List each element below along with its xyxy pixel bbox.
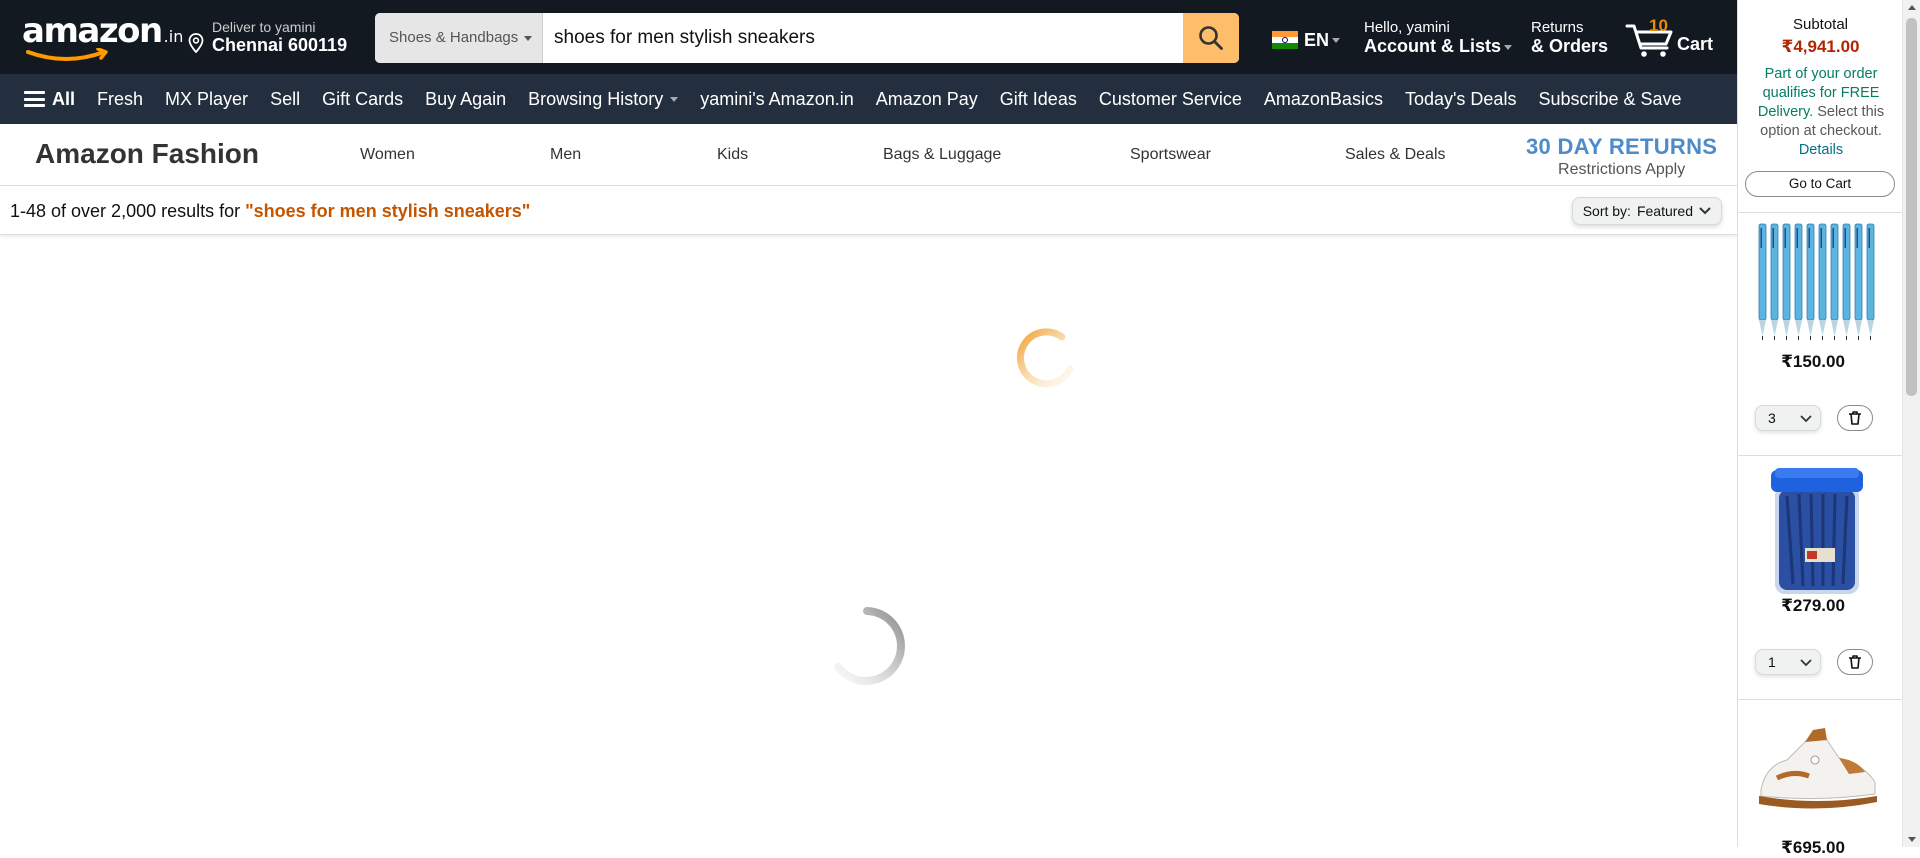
nav-item-mx-player[interactable]: MX Player: [165, 89, 248, 110]
amazon-logo[interactable]: amazon .in: [22, 11, 183, 64]
location-pin-icon: [188, 33, 204, 53]
nav-item-customer-service[interactable]: Customer Service: [1099, 89, 1242, 110]
deliver-city: Chennai 600119: [212, 35, 348, 55]
sort-label: Sort by:: [1582, 203, 1631, 219]
logo-text: amazon: [22, 11, 163, 51]
search-icon: [1199, 26, 1223, 50]
cart-count-badge: 10: [1649, 16, 1668, 35]
deliver-label: Deliver to yamini: [212, 19, 316, 35]
search-button[interactable]: [1183, 13, 1239, 63]
free-delivery-note: Part of your order qualifies for FREE De…: [1746, 65, 1896, 160]
nav-item-my-amazon[interactable]: yamini's Amazon.in: [700, 89, 854, 110]
page-scrollbar[interactable]: [1902, 0, 1920, 847]
account-lists-label: Account & Lists: [1364, 36, 1502, 56]
results-count-text: 1-48 of over 2,000 results for: [10, 201, 246, 221]
search-category-dropdown[interactable]: Shoes & Handbags: [375, 13, 543, 63]
nav-item-amazon-pay[interactable]: Amazon Pay: [876, 89, 978, 110]
cart-item-price: ₹279.00: [1781, 596, 1845, 615]
nav-item-fresh[interactable]: Fresh: [97, 89, 143, 110]
delete-item-button[interactable]: [1837, 649, 1873, 675]
language-code: EN: [1304, 29, 1330, 50]
details-link[interactable]: Details: [1799, 142, 1843, 158]
delete-item-button[interactable]: [1837, 405, 1873, 431]
returns-label: Returns: [1531, 19, 1584, 36]
trash-icon: [1849, 655, 1861, 669]
quantity-dropdown[interactable]: 1: [1755, 649, 1821, 675]
logo-tld: .in: [163, 27, 184, 46]
cart-label: Cart: [1677, 34, 1714, 54]
search-input[interactable]: [543, 13, 1158, 63]
chevron-down-icon: [524, 35, 533, 41]
quantity-dropdown[interactable]: 3: [1755, 405, 1821, 431]
account-greeting: Hello, yamini: [1364, 19, 1450, 36]
quantity-value: 3: [1768, 410, 1776, 426]
hamburger-icon: [24, 91, 45, 107]
nav-item-sell[interactable]: Sell: [270, 89, 300, 110]
chevron-down-icon: [1800, 415, 1812, 423]
scroll-down-arrow-icon[interactable]: [1908, 837, 1916, 842]
subtotal-value: ₹4,941.00: [1781, 37, 1860, 56]
language-selector[interactable]: EN: [1272, 28, 1341, 52]
nav-item-todays-deals[interactable]: Today's Deals: [1405, 89, 1517, 110]
returns-orders-link[interactable]: Returns & Orders: [1531, 19, 1608, 57]
returns-banner-title: 30 DAY RETURNS: [1526, 134, 1718, 159]
fashion-subnav: Amazon Fashion Women Men Kids Bags & Lug…: [0, 124, 1737, 186]
chevron-down-icon: [1504, 44, 1513, 50]
main-page: amazon .in Deliver to yamini Chennai 6001…: [0, 0, 1737, 847]
results-info-bar: 1-48 of over 2,000 results for "shoes fo…: [0, 187, 1737, 235]
secondary-navbar: All Fresh MX Player Sell Gift Cards Buy …: [0, 74, 1737, 124]
chevron-down-icon: [1332, 37, 1341, 43]
orders-label: & Orders: [1531, 36, 1609, 56]
sort-dropdown[interactable]: Sort by: Featured: [1571, 197, 1722, 225]
subtotal-label: Subtotal: [1792, 16, 1849, 33]
30-day-returns-banner[interactable]: 30 DAY RETURNS Restrictions Apply: [1526, 134, 1717, 179]
panel-divider: [1738, 699, 1903, 700]
chevron-down-icon: [670, 96, 679, 102]
india-flag-icon: [1272, 31, 1298, 49]
nav-item-gift-cards[interactable]: Gift Cards: [322, 89, 403, 110]
nav-item-amazonbasics[interactable]: AmazonBasics: [1264, 89, 1383, 110]
results-count: 1-48 of over 2,000 results for "shoes fo…: [10, 201, 530, 222]
go-to-cart-button[interactable]: Go to Cart: [1745, 171, 1895, 197]
all-menu-button[interactable]: All: [24, 89, 75, 110]
cart-side-panel: Subtotal ₹4,941.00 Part of your order qu…: [1737, 0, 1903, 857]
results-query: "shoes for men stylish sneakers": [245, 201, 531, 221]
search-category-label: Shoes & Handbags: [389, 29, 519, 46]
amazon-fashion-title[interactable]: Amazon Fashion: [35, 138, 259, 170]
pens-pack-image[interactable]: [1753, 222, 1881, 352]
logo-smile-icon: [26, 48, 108, 61]
loading-spinner-icon: [1017, 328, 1074, 388]
nav-item-browsing-history[interactable]: Browsing History: [528, 88, 679, 110]
sort-value: Featured: [1636, 203, 1693, 219]
returns-banner-note: Restrictions Apply: [1558, 161, 1686, 178]
quantity-value: 1: [1768, 654, 1776, 670]
all-menu-label: All: [52, 88, 76, 109]
sneaker-shoe-image[interactable]: [1753, 720, 1881, 820]
trash-icon: [1849, 411, 1861, 425]
scroll-up-arrow-icon[interactable]: [1908, 5, 1916, 10]
loading-spinner-icon: [834, 607, 905, 685]
fashion-cat-men[interactable]: Men: [550, 146, 581, 164]
cart-item-price: ₹150.00: [1781, 352, 1845, 371]
cart-item-price: ₹695.00: [1781, 838, 1845, 857]
fashion-cat-bags-luggage[interactable]: Bags & Luggage: [883, 146, 1001, 164]
fashion-cat-women[interactable]: Women: [360, 146, 415, 164]
nav-item-gift-ideas[interactable]: Gift Ideas: [1000, 89, 1077, 110]
nav-item-buy-again[interactable]: Buy Again: [425, 89, 506, 110]
cart-button[interactable]: 10 Cart: [1625, 14, 1725, 60]
fashion-cat-kids[interactable]: Kids: [717, 146, 748, 164]
fashion-cat-sportswear[interactable]: Sportswear: [1130, 146, 1211, 164]
nav-item-subscribe-save[interactable]: Subscribe & Save: [1538, 89, 1681, 110]
fashion-cat-sales-deals[interactable]: Sales & Deals: [1345, 146, 1446, 164]
top-navbar: amazon .in Deliver to yamini Chennai 6001…: [0, 0, 1737, 74]
search-bar: Shoes & Handbags: [375, 13, 1239, 63]
chevron-down-icon: [1699, 207, 1711, 215]
panel-divider: [1738, 455, 1903, 456]
scrollbar-thumb[interactable]: [1906, 18, 1917, 396]
browsing-history-label: Browsing History: [528, 88, 664, 109]
chevron-down-icon: [1800, 659, 1812, 667]
pen-jar-image[interactable]: [1753, 466, 1881, 596]
account-lists-menu[interactable]: Hello, yamini Account & Lists: [1364, 19, 1513, 57]
panel-divider: [1738, 212, 1903, 213]
